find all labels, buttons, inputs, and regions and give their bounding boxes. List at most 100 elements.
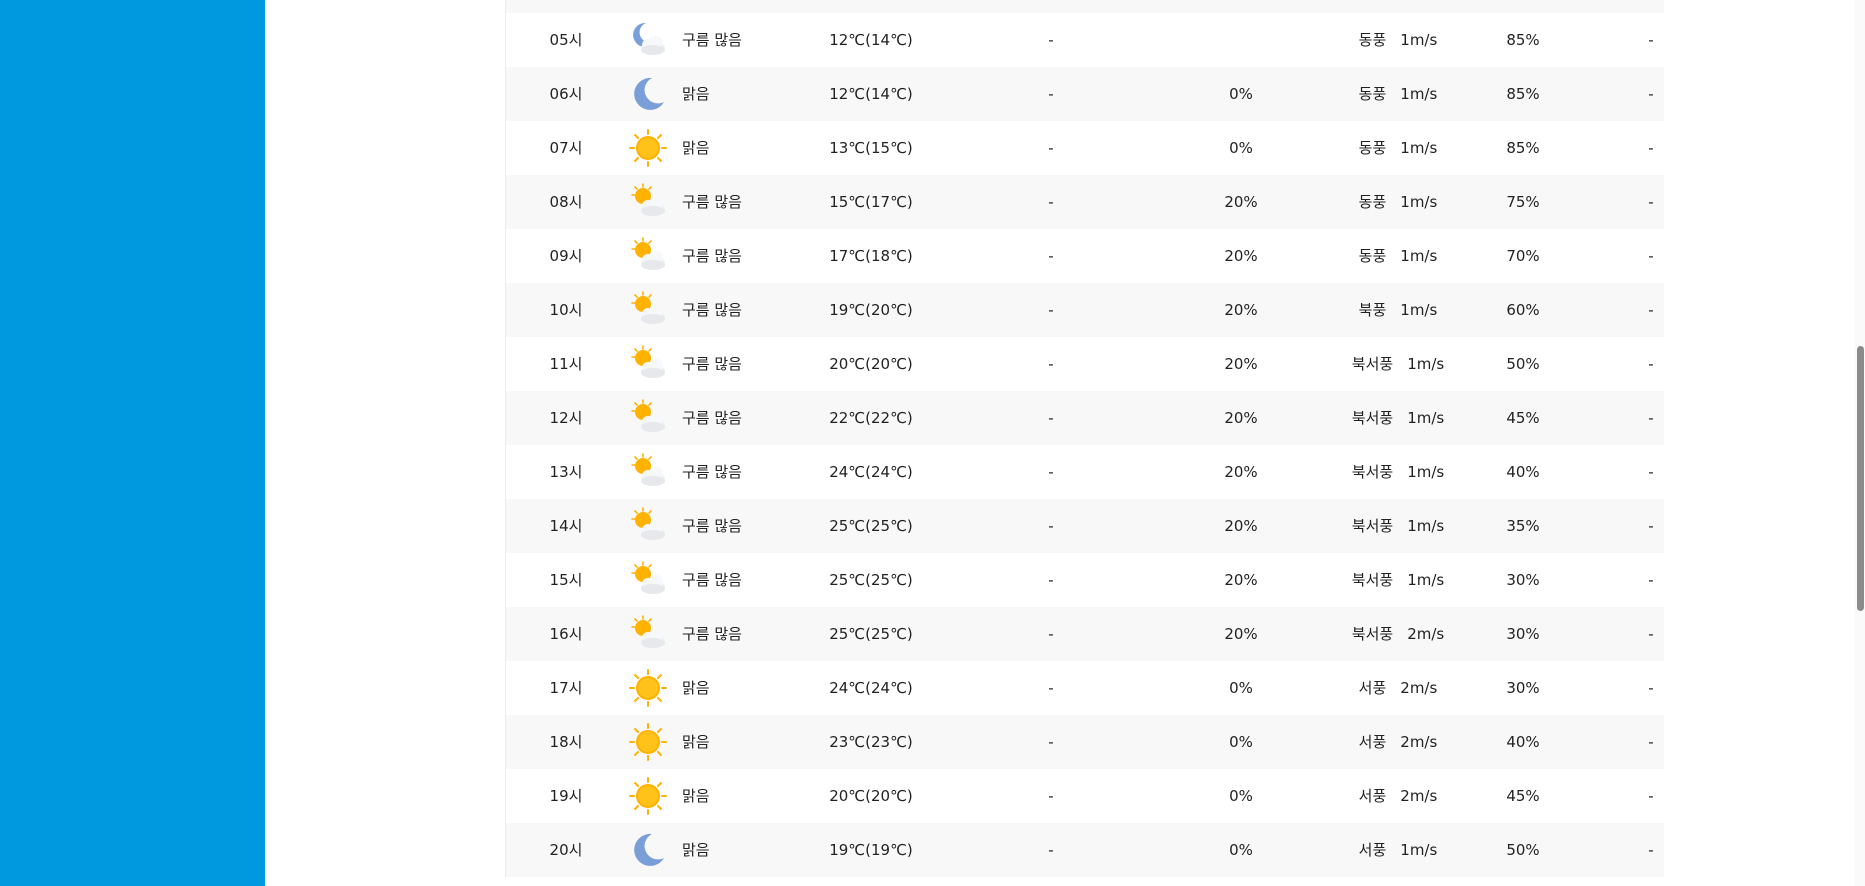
precip-probability-cell: 0%	[1229, 841, 1253, 859]
table-row: 19시 맑음 20℃(20℃) - 0% 서풍 2m/s 45% -	[506, 769, 1664, 823]
condition-cell: 구름 많음	[682, 247, 742, 265]
precipitation-cell: -	[1048, 85, 1054, 103]
precipitation-cell: -	[1048, 841, 1054, 859]
wind-speed: 2m/s	[1400, 679, 1438, 697]
precip-probability-cell: 20%	[1224, 463, 1258, 481]
time-cell: 05시	[549, 31, 583, 49]
time-cell: 07시	[549, 139, 583, 157]
precip-probability-cell: 20%	[1224, 625, 1258, 643]
temperature-cell: 24℃(24℃)	[829, 679, 913, 697]
cloudy-moon-icon	[626, 13, 670, 67]
wind-direction: 북서풍	[1351, 625, 1394, 643]
wind-direction: 동풍	[1358, 85, 1387, 103]
wind-cell: 서풍 2m/s	[1328, 715, 1468, 769]
humidity-cell: 35%	[1506, 517, 1540, 535]
extra-cell: -	[1648, 787, 1654, 805]
extra-cell: -	[1648, 409, 1654, 427]
sun-icon	[626, 121, 670, 175]
temperature-cell: 13℃(15℃)	[829, 139, 913, 157]
table-row: 17시 맑음 24℃(24℃) - 0% 서풍 2m/s 30% -	[506, 661, 1664, 715]
humidity-cell: 60%	[1506, 301, 1540, 319]
precipitation-cell: -	[1048, 31, 1054, 49]
wind-cell: 서풍 1m/s	[1328, 823, 1468, 877]
humidity-cell: 50%	[1506, 841, 1540, 859]
extra-cell: -	[1648, 841, 1654, 859]
wind-cell: 서풍 2m/s	[1328, 661, 1468, 715]
precipitation-cell: -	[1048, 193, 1054, 211]
humidity-cell: 85%	[1506, 85, 1540, 103]
wind-speed: 1m/s	[1400, 31, 1438, 49]
scrollbar-thumb[interactable]	[1857, 346, 1864, 611]
temperature-cell: 23℃(23℃)	[829, 733, 913, 751]
precip-probability-cell: 0%	[1229, 733, 1253, 751]
wind-speed: 1m/s	[1400, 85, 1438, 103]
precipitation-cell: -	[1048, 787, 1054, 805]
condition-cell: 맑음	[682, 841, 710, 859]
humidity-cell: 75%	[1506, 193, 1540, 211]
wind-cell: 북서풍 1m/s	[1328, 499, 1468, 553]
extra-cell: -	[1648, 355, 1654, 373]
humidity-cell: 30%	[1506, 571, 1540, 589]
temperature-cell: 15℃(17℃)	[829, 193, 913, 211]
table-row	[506, 0, 1664, 13]
wind-speed: 2m/s	[1407, 625, 1445, 643]
cloudy-sun-icon	[626, 499, 670, 553]
humidity-cell: 40%	[1506, 463, 1540, 481]
wind-cell: 북서풍 1m/s	[1328, 337, 1468, 391]
wind-speed: 1m/s	[1400, 301, 1438, 319]
moon-icon	[626, 67, 670, 121]
condition-cell: 구름 많음	[682, 409, 742, 427]
table-row: 12시 구름 많음 22℃(22℃) - 20% 북서풍 1m/s 45% -	[506, 391, 1664, 445]
wind-speed: 1m/s	[1400, 841, 1438, 859]
wind-speed: 1m/s	[1400, 193, 1438, 211]
extra-cell: -	[1648, 679, 1654, 697]
precip-probability-cell: 0%	[1229, 85, 1253, 103]
time-cell: 18시	[549, 733, 583, 751]
table-row: 10시 구름 많음 19℃(20℃) - 20% 북풍 1m/s 60% -	[506, 283, 1664, 337]
wind-cell: 북서풍 1m/s	[1328, 391, 1468, 445]
condition-cell: 구름 많음	[682, 517, 742, 535]
temperature-cell: 24℃(24℃)	[829, 463, 913, 481]
condition-cell: 구름 많음	[682, 301, 742, 319]
humidity-cell: 40%	[1506, 733, 1540, 751]
precipitation-cell: -	[1048, 301, 1054, 319]
wind-speed: 1m/s	[1407, 463, 1445, 481]
cloudy-sun-icon	[626, 283, 670, 337]
precip-probability-cell: 20%	[1224, 571, 1258, 589]
wind-cell: 동풍 1m/s	[1328, 229, 1468, 283]
wind-direction: 서풍	[1358, 841, 1387, 859]
wind-direction: 서풍	[1358, 787, 1387, 805]
temperature-cell: 19℃(20℃)	[829, 301, 913, 319]
time-cell	[521, 0, 611, 13]
table-row: 07시 맑음 13℃(15℃) - 0% 동풍 1m/s 85% -	[506, 121, 1664, 175]
humidity-cell: 70%	[1506, 247, 1540, 265]
precip-probability-cell: 20%	[1224, 247, 1258, 265]
time-cell: 09시	[549, 247, 583, 265]
precip-probability-cell	[1206, 13, 1276, 67]
condition-cell: 구름 많음	[682, 31, 742, 49]
temperature-cell: 12℃(14℃)	[829, 85, 913, 103]
table-row: 11시 구름 많음 20℃(20℃) - 20% 북서풍 1m/s 50% -	[506, 337, 1664, 391]
time-cell: 06시	[549, 85, 583, 103]
extra-cell	[1636, 0, 1666, 13]
condition-cell: 구름 많음	[682, 463, 742, 481]
temperature-cell: 17℃(18℃)	[829, 247, 913, 265]
wind-cell: 동풍 1m/s	[1328, 67, 1468, 121]
wind-direction: 북서풍	[1351, 463, 1394, 481]
precipitation-cell: -	[1048, 517, 1054, 535]
wind-direction: 동풍	[1358, 139, 1387, 157]
wind-direction: 북서풍	[1351, 355, 1394, 373]
precipitation-cell: -	[1048, 247, 1054, 265]
extra-cell: -	[1648, 139, 1654, 157]
humidity-cell: 85%	[1506, 139, 1540, 157]
precipitation-cell: -	[1048, 733, 1054, 751]
wind-speed: 1m/s	[1407, 517, 1445, 535]
wind-cell	[1328, 0, 1468, 13]
condition-cell: 맑음	[682, 679, 710, 697]
precip-probability-cell: 20%	[1224, 355, 1258, 373]
precip-probability-cell: 20%	[1224, 301, 1258, 319]
moon-icon	[626, 823, 670, 877]
wind-speed: 2m/s	[1400, 787, 1438, 805]
temperature-cell: 22℃(22℃)	[829, 409, 913, 427]
cloudy-sun-icon	[626, 391, 670, 445]
